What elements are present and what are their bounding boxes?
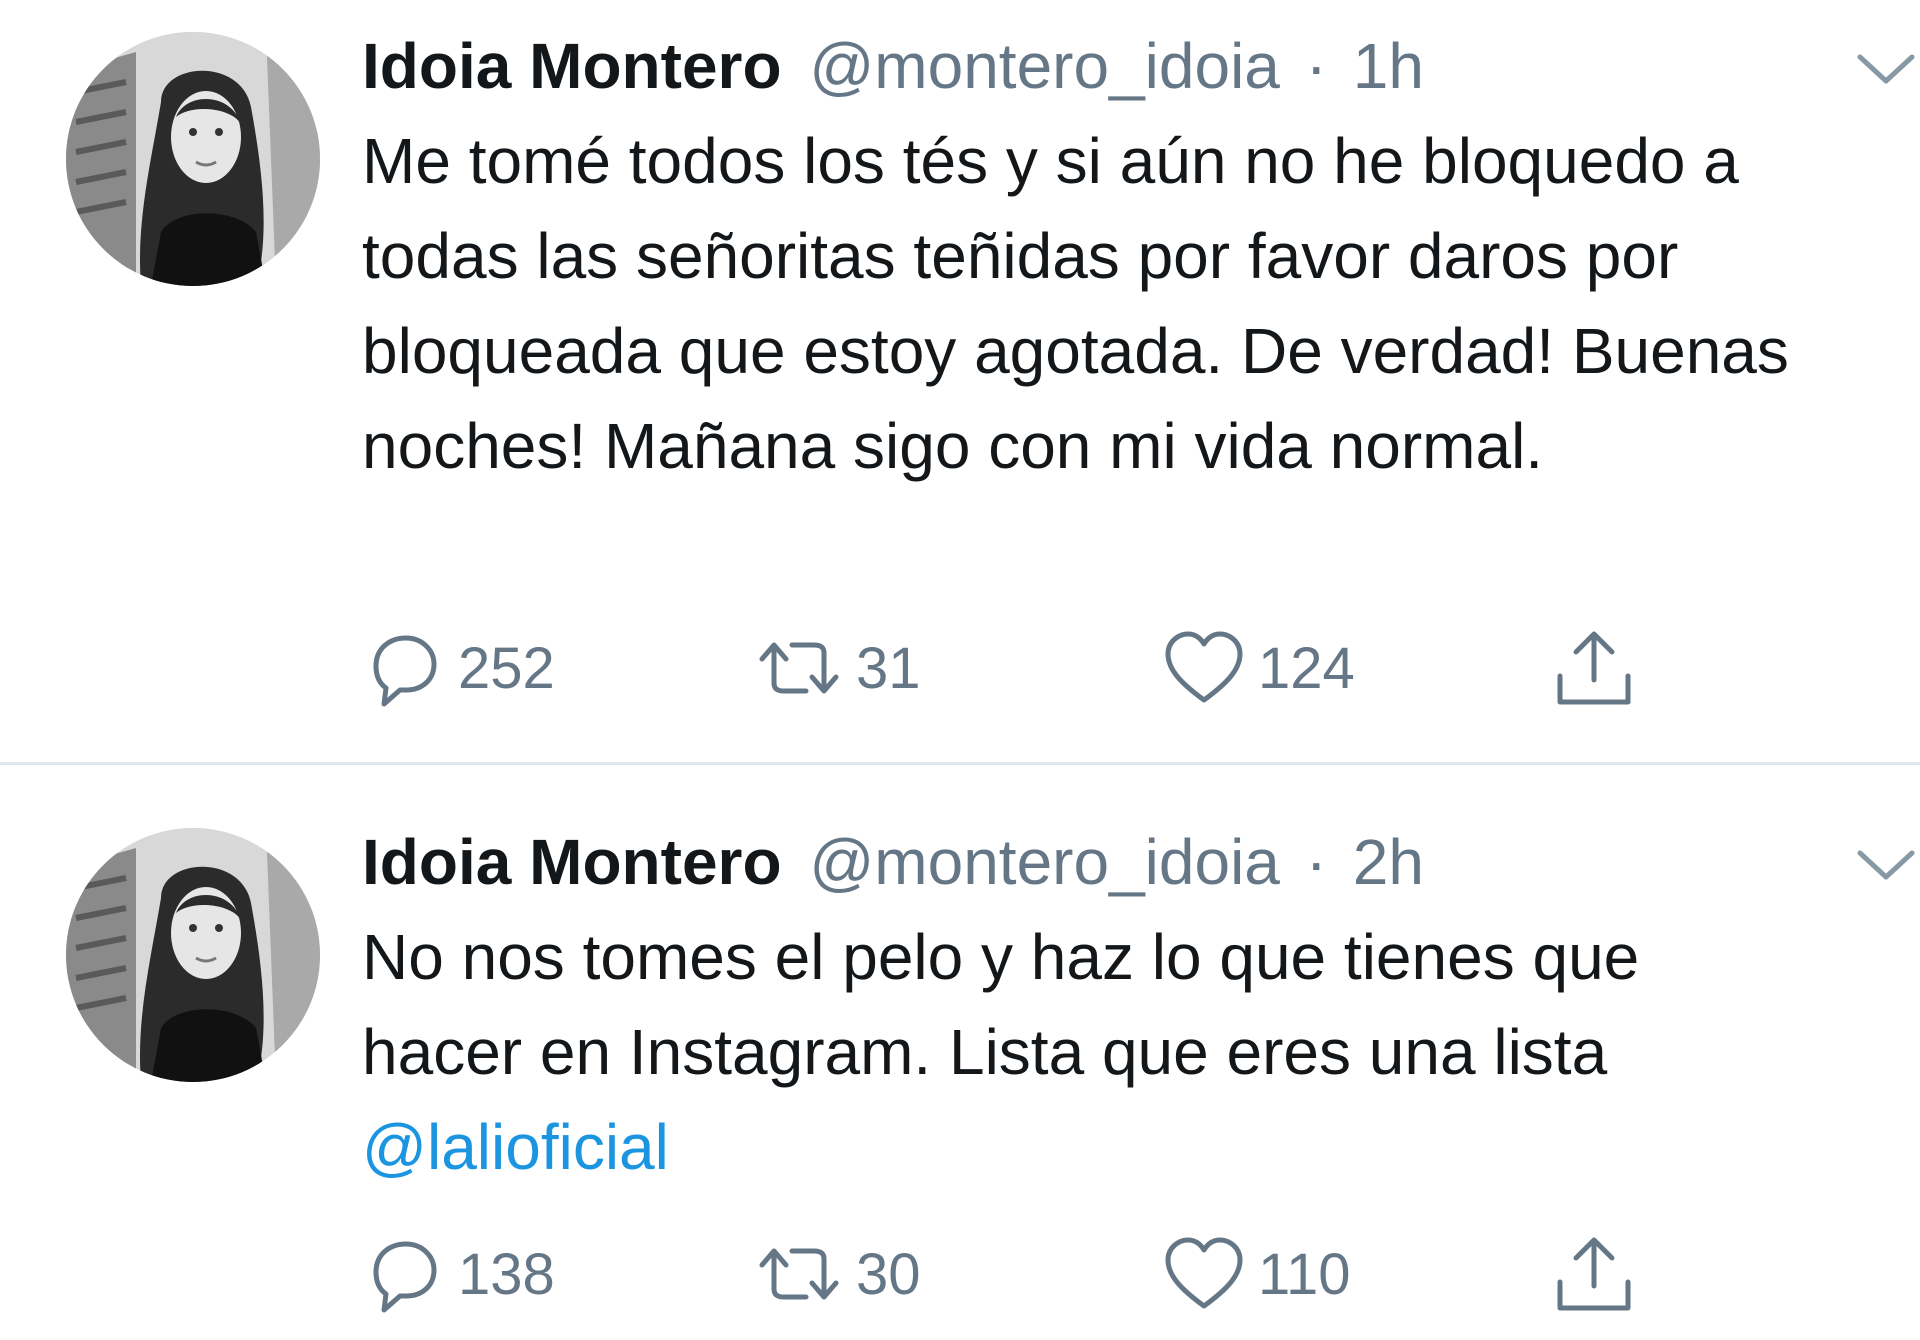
- chevron-down-icon[interactable]: [1848, 840, 1920, 890]
- reply-icon: [362, 1232, 446, 1316]
- reply-button[interactable]: 252: [362, 618, 555, 718]
- avatar[interactable]: [66, 32, 320, 286]
- chevron-down-icon[interactable]: [1848, 44, 1920, 94]
- share-icon: [1552, 1232, 1636, 1316]
- share-button[interactable]: [1552, 618, 1648, 718]
- mention-link[interactable]: @lalioficial: [362, 1111, 669, 1183]
- heart-icon: [1162, 628, 1246, 708]
- like-count: 110: [1258, 1241, 1351, 1307]
- retweet-icon: [754, 1239, 844, 1309]
- retweet-icon: [754, 633, 844, 703]
- retweet-count: 30: [856, 1241, 921, 1307]
- like-button[interactable]: 124: [1162, 618, 1355, 718]
- tweet-text: Me tomé todos los tés y si aún no he blo…: [362, 114, 1812, 494]
- heart-icon: [1162, 1234, 1246, 1314]
- tweet[interactable]: Idoia Montero @montero_idoia · 1h Me tom…: [0, 0, 1920, 762]
- retweet-count: 31: [856, 635, 921, 701]
- separator-dot: ·: [1305, 30, 1327, 102]
- separator-dot: ·: [1305, 826, 1327, 898]
- tweet[interactable]: Idoia Montero @montero_idoia · 2h No nos…: [0, 766, 1920, 1340]
- retweet-button[interactable]: 31: [754, 618, 921, 718]
- user-handle[interactable]: @montero_idoia: [809, 30, 1280, 102]
- like-count: 124: [1258, 635, 1355, 701]
- tweet-divider: [0, 762, 1920, 765]
- timestamp[interactable]: 1h: [1353, 30, 1424, 102]
- tweet-content: Idoia Montero @montero_idoia · 2h No nos…: [362, 822, 1915, 1195]
- tweet-text-content: No nos tomes el pelo y haz lo que tienes…: [362, 921, 1658, 1088]
- share-icon: [1552, 626, 1636, 710]
- display-name[interactable]: Idoia Montero: [362, 826, 782, 898]
- tweet-actions: 252 31 124: [362, 618, 1662, 718]
- display-name[interactable]: Idoia Montero: [362, 30, 782, 102]
- tweet-actions: 138 30 110: [362, 1224, 1662, 1324]
- tweet-content: Idoia Montero @montero_idoia · 1h Me tom…: [362, 26, 1915, 494]
- tweet-header: Idoia Montero @montero_idoia · 2h: [362, 822, 1842, 902]
- user-handle[interactable]: @montero_idoia: [809, 826, 1280, 898]
- share-button[interactable]: [1552, 1224, 1648, 1324]
- tweet-text-content: Me tomé todos los tés y si aún no he blo…: [362, 125, 1807, 482]
- tweet-text: No nos tomes el pelo y haz lo que tienes…: [362, 910, 1812, 1195]
- reply-count: 252: [458, 635, 555, 701]
- retweet-button[interactable]: 30: [754, 1224, 921, 1324]
- tweet-header: Idoia Montero @montero_idoia · 1h: [362, 26, 1842, 106]
- reply-icon: [362, 626, 446, 710]
- reply-count: 138: [458, 1241, 555, 1307]
- tweet-timeline: Idoia Montero @montero_idoia · 1h Me tom…: [0, 0, 1920, 1340]
- reply-button[interactable]: 138: [362, 1224, 555, 1324]
- timestamp[interactable]: 2h: [1353, 826, 1424, 898]
- like-button[interactable]: 110: [1162, 1224, 1350, 1324]
- avatar[interactable]: [66, 828, 320, 1082]
